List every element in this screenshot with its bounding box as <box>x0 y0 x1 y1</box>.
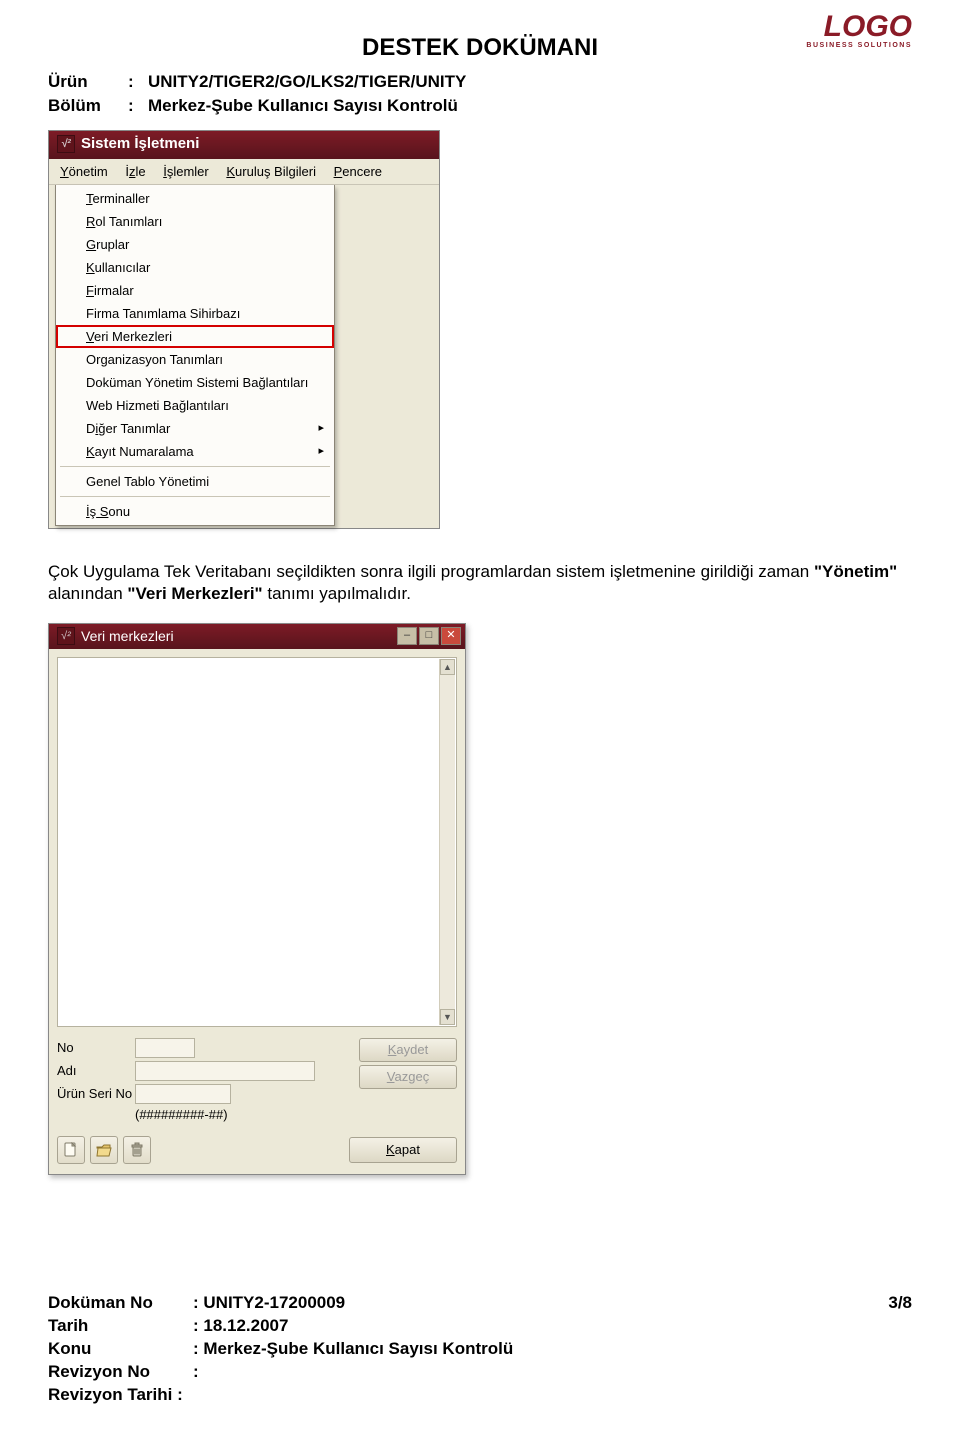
footer-tarih: : 18.12.2007 <box>193 1315 288 1338</box>
footer-revizyon-no-label: Revizyon No <box>48 1361 193 1384</box>
logo-text: LOGO <box>806 12 912 42</box>
menu-yonetim[interactable]: Yönetim <box>53 162 115 181</box>
header-sep: : <box>128 94 148 118</box>
vertical-scrollbar[interactable]: ▲ ▼ <box>439 659 455 1025</box>
footer-dokuman-no-label: Doküman No <box>48 1292 193 1315</box>
para-bold-yonetim: "Yönetim" <box>814 562 897 581</box>
footer-tarih-label: Tarih <box>48 1315 193 1338</box>
dd-dokuman-yonetim[interactable]: Doküman Yönetim Sistemi Bağlantıları <box>56 371 334 394</box>
para-text: alanından <box>48 584 127 603</box>
bottom-toolbar: Kapat <box>49 1130 465 1174</box>
dd-diger-tanimlar[interactable]: Diğer Tanımlar <box>56 417 334 440</box>
body-paragraph: Çok Uygulama Tek Veritabanı seçildikten … <box>48 561 912 605</box>
header-urun-label: Ürün <box>48 70 128 94</box>
dd-rol-tanimlari[interactable]: Rol Tanımları <box>56 210 334 233</box>
dd-kayit-numaralama[interactable]: Kayıt Numaralama <box>56 440 334 463</box>
dd-terminaller[interactable]: Terminaller <box>56 187 334 210</box>
serial-format-hint: (#########-##) <box>135 1107 349 1122</box>
document-title: DESTEK DOKÜMANI <box>48 34 912 62</box>
sistem-isletmeni-window: √² Sistem İşletmeni Yönetim İzle İşlemle… <box>48 130 440 529</box>
menu-izle[interactable]: İzle <box>118 162 152 181</box>
para-text: tanımı yapılmalıdır. <box>267 584 411 603</box>
input-urun-seri-no[interactable] <box>135 1084 231 1104</box>
new-icon[interactable] <box>57 1136 85 1164</box>
header-bolum-value: Merkez-Şube Kullanıcı Sayısı Kontrolü <box>148 94 458 118</box>
dd-firmalar[interactable]: Firmalar <box>56 279 334 302</box>
footer-revizyon-tarihi-label: Revizyon Tarihi : <box>48 1384 183 1407</box>
header-block: Ürün : UNITY2/TIGER2/GO/LKS2/TIGER/UNITY… <box>48 70 912 118</box>
dd-organizasyon-tanimlari[interactable]: Organizasyon Tanımları <box>56 348 334 371</box>
window-title: Veri merkezleri <box>81 628 174 644</box>
header-urun-value: UNITY2/TIGER2/GO/LKS2/TIGER/UNITY <box>148 70 466 94</box>
scroll-track[interactable] <box>440 675 455 1009</box>
header-bolum-label: Bölüm <box>48 94 128 118</box>
dd-veri-merkezleri[interactable]: Veri Merkezleri <box>56 325 334 348</box>
app-icon: √² <box>57 135 75 153</box>
app-icon: √² <box>57 627 75 645</box>
maximize-button[interactable]: □ <box>419 627 439 645</box>
input-no[interactable] <box>135 1038 195 1058</box>
dd-firma-tanimlama-sihirbazi[interactable]: Firma Tanımlama Sihirbazı <box>56 302 334 325</box>
input-adi[interactable] <box>135 1061 315 1081</box>
dd-gruplar[interactable]: Gruplar <box>56 233 334 256</box>
menu-kurulus[interactable]: Kuruluş Bilgileri <box>219 162 323 181</box>
veri-merkezleri-window: √² Veri merkezleri – □ ✕ ▲ ▼ No Adı <box>48 623 466 1175</box>
footer-konu-label: Konu <box>48 1338 193 1361</box>
logo-subtext: BUSINESS SOLUTIONS <box>806 42 912 49</box>
label-urun-seri-no: Ürün Seri No <box>57 1086 135 1101</box>
close-button[interactable]: ✕ <box>441 627 461 645</box>
kaydet-button[interactable]: Kaydet <box>359 1038 457 1062</box>
footer-revizyon-no: : <box>193 1361 199 1384</box>
dd-separator <box>60 496 330 497</box>
vazgec-button[interactable]: Vazgeç <box>359 1065 457 1089</box>
kapat-button[interactable]: Kapat <box>349 1137 457 1163</box>
minimize-button[interactable]: – <box>397 627 417 645</box>
menubar: Yönetim İzle İşlemler Kuruluş Bilgileri … <box>49 159 439 185</box>
para-text: Çok Uygulama Tek Veritabanı seçildikten … <box>48 562 814 581</box>
dd-web-hizmeti[interactable]: Web Hizmeti Bağlantıları <box>56 394 334 417</box>
menu-pencere[interactable]: Pencere <box>327 162 389 181</box>
dd-is-sonu[interactable]: İş Sonu <box>56 500 334 523</box>
form-area: No Adı Ürün Seri No (#########-##) Kayde… <box>49 1035 465 1130</box>
page-number: 3/8 <box>888 1292 912 1315</box>
window-title: Sistem İşletmeni <box>81 135 199 152</box>
footer-konu: : Merkez-Şube Kullanıcı Sayısı Kontrolü <box>193 1338 513 1361</box>
footer-dokuman-no: : UNITY2-17200009 <box>193 1292 345 1315</box>
window-titlebar[interactable]: √² Sistem İşletmeni <box>49 131 439 159</box>
page-footer: Doküman No : UNITY2-17200009 Tarih : 18.… <box>48 1292 912 1407</box>
scroll-up-button[interactable]: ▲ <box>440 659 455 675</box>
label-no: No <box>57 1040 135 1055</box>
yonetim-dropdown: Terminaller Rol Tanımları Gruplar Kullan… <box>55 185 335 526</box>
dd-separator <box>60 466 330 467</box>
window-titlebar[interactable]: √² Veri merkezleri – □ ✕ <box>49 624 465 649</box>
para-bold-veri-merkezleri: "Veri Merkezleri" <box>127 584 262 603</box>
header-sep: : <box>128 70 148 94</box>
open-icon[interactable] <box>90 1136 118 1164</box>
menu-islemler[interactable]: İşlemler <box>156 162 216 181</box>
logo: LOGO BUSINESS SOLUTIONS <box>806 12 912 49</box>
delete-icon[interactable] <box>123 1136 151 1164</box>
list-area[interactable]: ▲ ▼ <box>57 657 457 1027</box>
scroll-down-button[interactable]: ▼ <box>440 1009 455 1025</box>
label-adi: Adı <box>57 1063 135 1078</box>
dd-genel-tablo-yonetimi[interactable]: Genel Tablo Yönetimi <box>56 470 334 493</box>
dd-kullanicilar[interactable]: Kullanıcılar <box>56 256 334 279</box>
